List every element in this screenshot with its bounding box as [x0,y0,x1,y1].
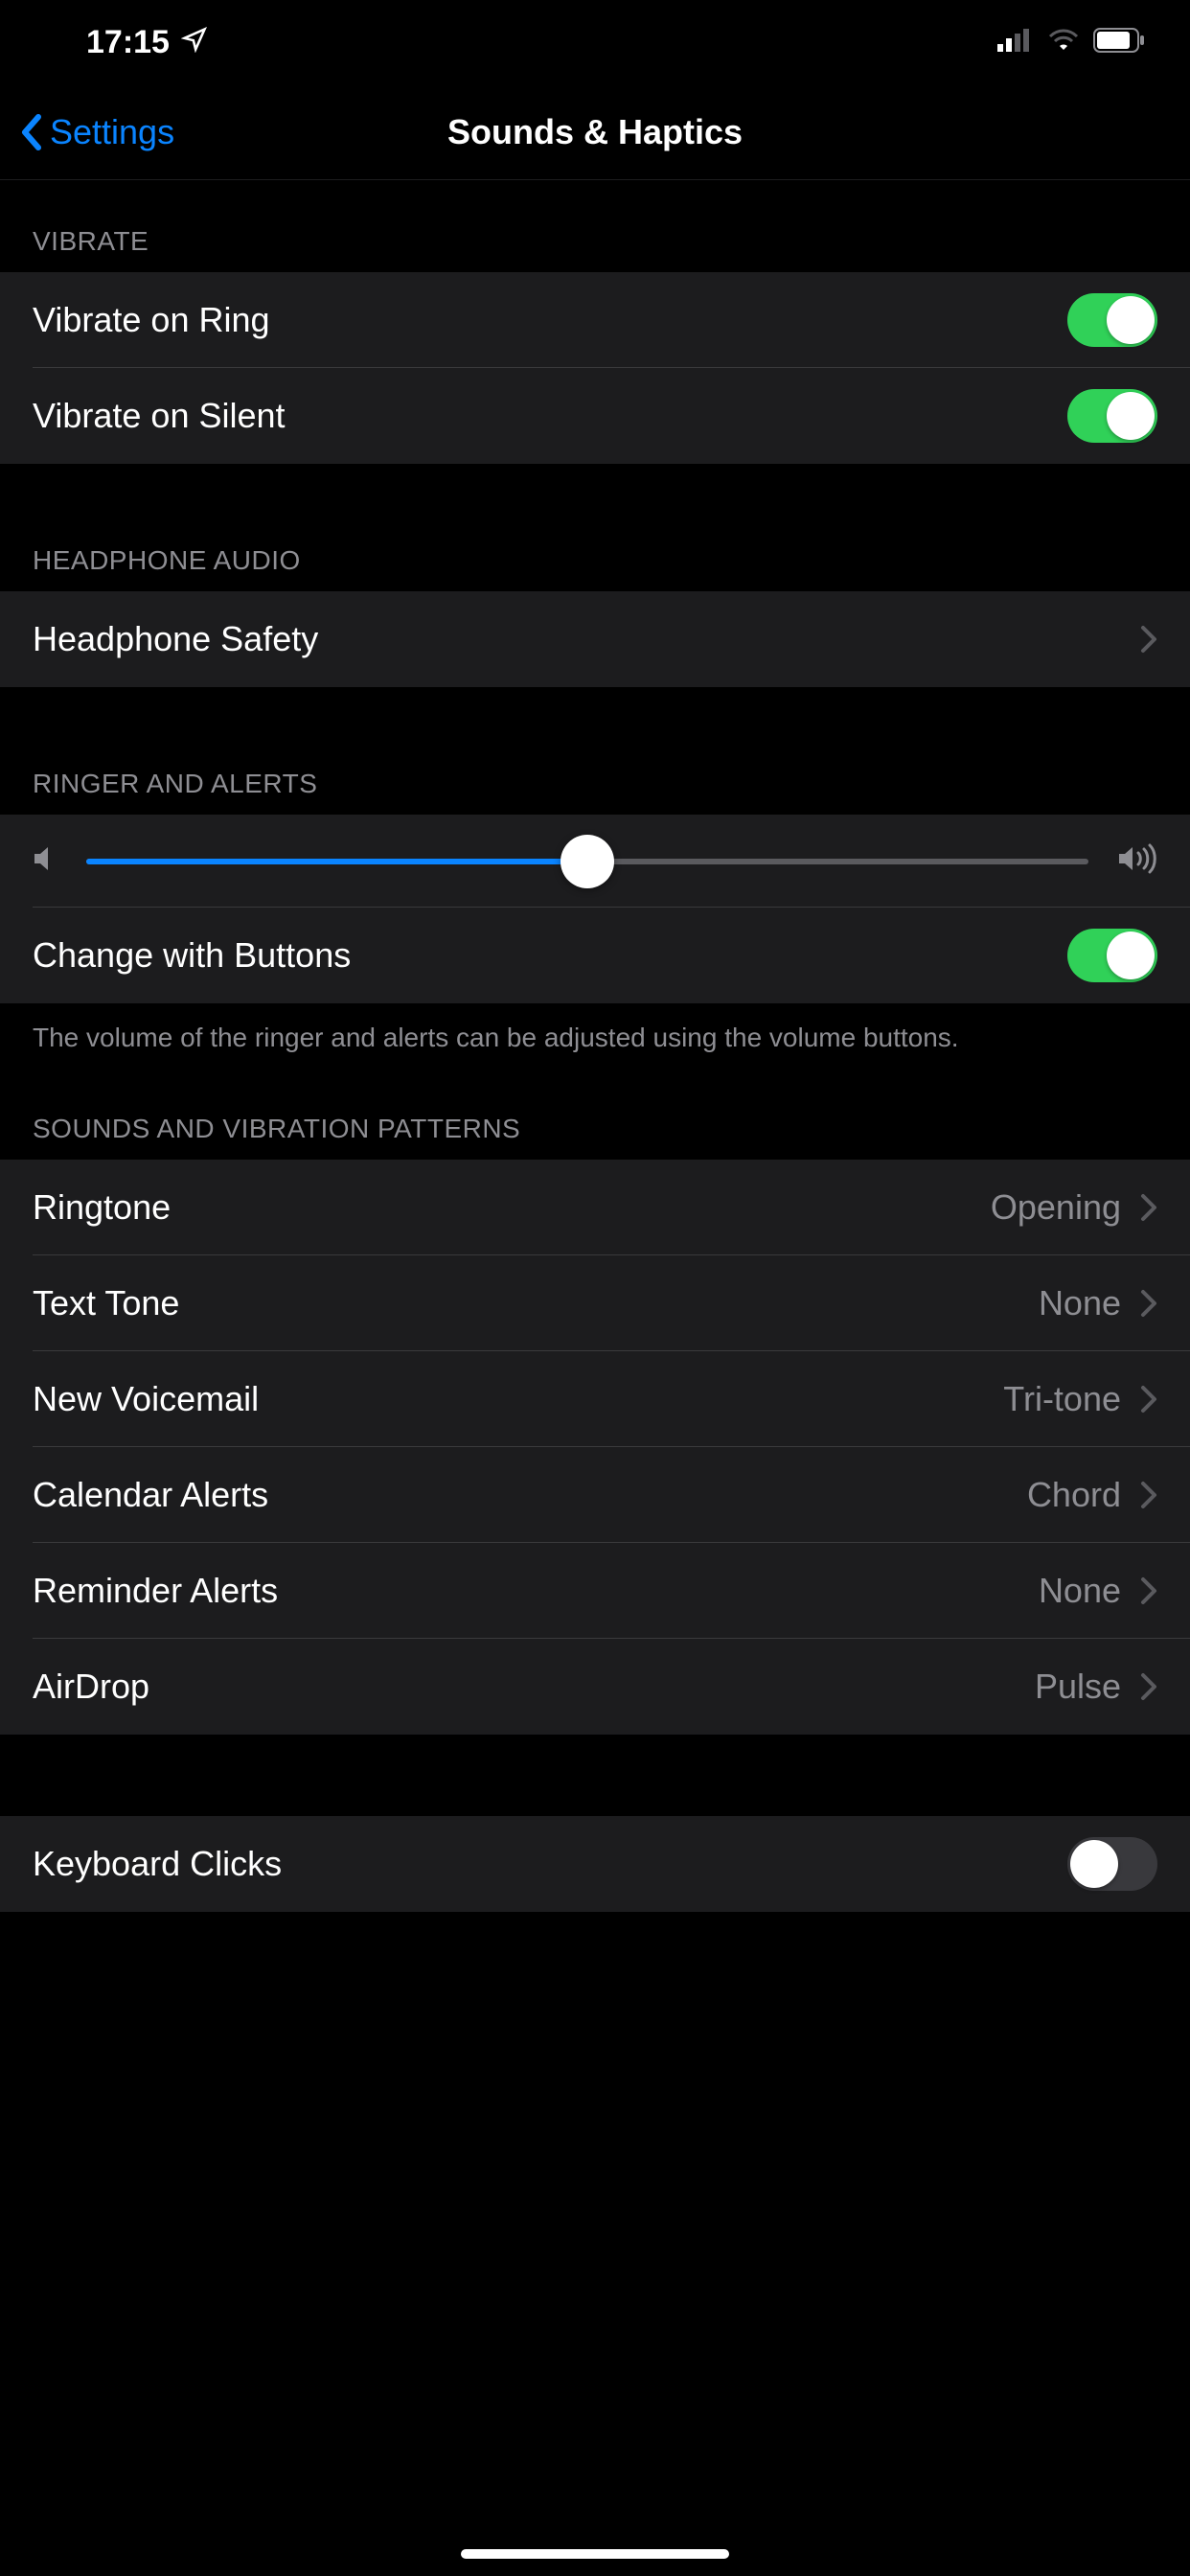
battery-icon [1093,28,1147,58]
status-bar: 17:15 [0,0,1190,84]
volume-slider[interactable] [86,859,1088,864]
volume-slider-row [0,815,1190,908]
row-label: Headphone Safety [33,619,318,659]
back-button[interactable]: Settings [19,112,174,152]
section-header-ringer: RINGER AND ALERTS [0,687,1190,815]
row-label: Change with Buttons [33,935,351,976]
row-label: Calendar Alerts [33,1475,268,1515]
section-header-headphone: HEADPHONE AUDIO [0,464,1190,591]
chevron-right-icon [1140,1481,1157,1509]
group-headphone: Headphone Safety [0,591,1190,687]
content: VIBRATE Vibrate on Ring Vibrate on Silen… [0,180,1190,1912]
speaker-high-icon [1117,843,1157,879]
status-indicators [997,28,1147,58]
row-value: None [1039,1283,1121,1323]
row-label: Keyboard Clicks [33,1844,282,1884]
row-label: Ringtone [33,1187,171,1228]
row-vibrate-on-silent[interactable]: Vibrate on Silent [0,368,1190,464]
toggle-vibrate-on-silent[interactable] [1067,389,1157,443]
speaker-low-icon [33,844,57,878]
toggle-keyboard-clicks[interactable] [1067,1837,1157,1891]
footer-ringer: The volume of the ringer and alerts can … [0,1003,1190,1056]
row-ringtone[interactable]: Ringtone Opening [0,1160,1190,1255]
row-value: Opening [991,1187,1121,1228]
chevron-left-icon [19,113,42,151]
chevron-right-icon [1140,1385,1157,1414]
nav-bar: Settings Sounds & Haptics [0,84,1190,180]
back-label: Settings [50,112,174,152]
chevron-right-icon [1140,1672,1157,1701]
location-icon [181,24,208,61]
row-change-with-buttons[interactable]: Change with Buttons [0,908,1190,1003]
row-headphone-safety[interactable]: Headphone Safety [0,591,1190,687]
row-value: Tri-tone [1003,1379,1121,1419]
row-new-voicemail[interactable]: New Voicemail Tri-tone [0,1351,1190,1447]
row-label: New Voicemail [33,1379,259,1419]
page-title: Sounds & Haptics [447,112,743,152]
group-sounds: Ringtone Opening Text Tone None New Voic… [0,1160,1190,1735]
row-label: AirDrop [33,1667,149,1707]
row-vibrate-on-ring[interactable]: Vibrate on Ring [0,272,1190,368]
section-header-vibrate: VIBRATE [0,180,1190,272]
chevron-right-icon [1140,1289,1157,1318]
row-label: Text Tone [33,1283,179,1323]
toggle-vibrate-on-ring[interactable] [1067,293,1157,347]
row-reminder-alerts[interactable]: Reminder Alerts None [0,1543,1190,1639]
home-indicator[interactable] [461,2549,729,2559]
wifi-icon [1047,29,1080,57]
group-vibrate: Vibrate on Ring Vibrate on Silent [0,272,1190,464]
row-text-tone[interactable]: Text Tone None [0,1255,1190,1351]
status-time-area: 17:15 [43,24,208,61]
row-keyboard-clicks[interactable]: Keyboard Clicks [0,1816,1190,1912]
group-keyboard: Keyboard Clicks [0,1816,1190,1912]
row-value: Chord [1027,1475,1121,1515]
row-value: None [1039,1571,1121,1611]
section-header-sounds: SOUNDS AND VIBRATION PATTERNS [0,1056,1190,1160]
row-label: Reminder Alerts [33,1571,278,1611]
chevron-right-icon [1140,625,1157,654]
row-airdrop[interactable]: AirDrop Pulse [0,1639,1190,1735]
chevron-right-icon [1140,1576,1157,1605]
row-label: Vibrate on Ring [33,300,270,340]
group-ringer: Change with Buttons [0,815,1190,1003]
row-label: Vibrate on Silent [33,396,286,436]
status-time: 17:15 [86,24,170,61]
cellular-icon [997,29,1034,57]
row-value: Pulse [1035,1667,1121,1707]
toggle-change-with-buttons[interactable] [1067,929,1157,982]
chevron-right-icon [1140,1193,1157,1222]
row-calendar-alerts[interactable]: Calendar Alerts Chord [0,1447,1190,1543]
